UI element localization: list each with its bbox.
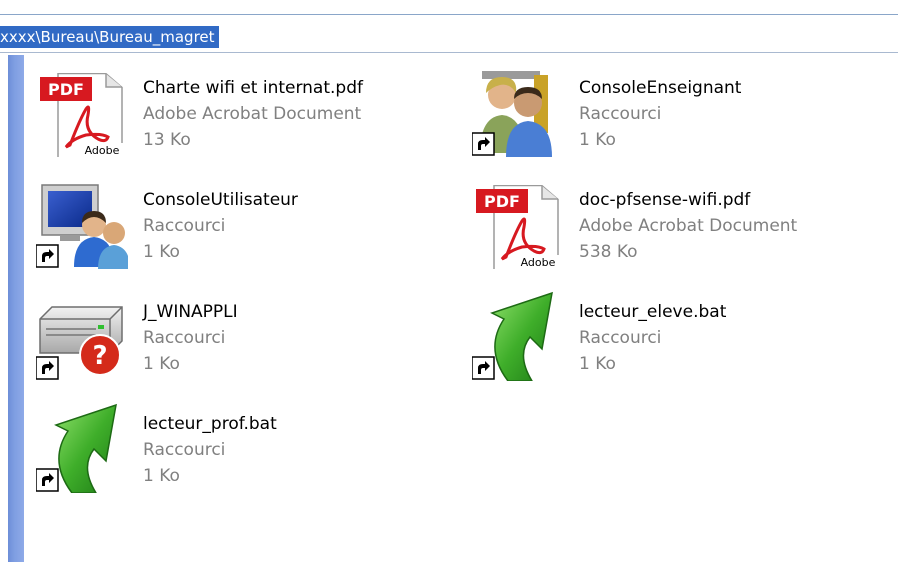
left-panel-stripe <box>8 55 24 562</box>
file-size: 1 Ko <box>143 242 180 262</box>
drive-unknown-shortcut-icon[interactable]: ? <box>36 289 128 381</box>
file-size: 1 Ko <box>143 354 180 374</box>
green-arrow-shortcut-icon[interactable] <box>36 401 128 493</box>
shortcut-arrow-icon <box>36 468 59 492</box>
file-type: Raccourci <box>579 328 662 348</box>
file-name: lecteur_prof.bat <box>143 414 277 434</box>
file-type: Raccourci <box>143 216 226 236</box>
file-name: ConsoleEnseignant <box>579 78 742 98</box>
address-bar-divider <box>0 52 898 53</box>
file-name: Charte wifi et internat.pdf <box>143 78 363 98</box>
adobe-brand-text: Adobe <box>521 256 556 269</box>
file-name: lecteur_eleve.bat <box>579 302 727 322</box>
file-name: ConsoleUtilisateur <box>143 190 298 210</box>
file-size: 13 Ko <box>143 130 191 150</box>
pdf-badge-text: PDF <box>484 192 520 211</box>
file-type: Raccourci <box>579 104 662 124</box>
file-type: Adobe Acrobat Document <box>579 216 798 236</box>
address-bar[interactable]: xxxx\Bureau\Bureau_magret <box>0 26 898 50</box>
adobe-brand-text: Adobe <box>85 144 120 157</box>
file-item-lecteur-prof[interactable]: lecteur_prof.bat Raccourci 1 Ko <box>24 391 444 493</box>
shortcut-arrow-icon <box>36 244 59 268</box>
pdf-icon[interactable]: PDF Adobe <box>36 65 128 157</box>
file-size: 538 Ko <box>579 242 638 262</box>
shortcut-arrow-icon <box>36 356 59 380</box>
svg-text:?: ? <box>92 341 107 371</box>
computer-users-shortcut-icon[interactable] <box>36 177 128 269</box>
file-item-console-enseignant[interactable]: ConsoleEnseignant Raccourci 1 Ko <box>460 55 880 157</box>
pdf-badge-text: PDF <box>48 80 84 99</box>
file-type: Raccourci <box>143 328 226 348</box>
file-type: Adobe Acrobat Document <box>143 104 362 124</box>
pdf-icon[interactable]: PDF Adobe <box>472 177 564 269</box>
file-item-j-winappli[interactable]: ? J_WINAPPLI Raccourci 1 Ko <box>24 279 444 381</box>
file-item-console-utilisateur[interactable]: ConsoleUtilisateur Raccourci 1 Ko <box>24 167 444 269</box>
green-arrow-shortcut-icon[interactable] <box>472 289 564 381</box>
file-size: 1 Ko <box>579 130 616 150</box>
address-path-text[interactable]: xxxx\Bureau\Bureau_magret <box>0 26 219 48</box>
shortcut-arrow-icon <box>472 132 495 156</box>
file-item-charte-wifi[interactable]: PDF Adobe Charte wifi et internat.pdf Ad… <box>24 55 444 157</box>
window-top-border <box>0 14 898 15</box>
teacher-users-shortcut-icon[interactable] <box>472 65 564 157</box>
file-size: 1 Ko <box>579 354 616 374</box>
shortcut-arrow-icon <box>472 356 495 380</box>
file-item-doc-pfsense[interactable]: PDF Adobe doc-pfsense-wifi.pdf Adobe Acr… <box>460 167 880 269</box>
file-item-lecteur-eleve[interactable]: lecteur_eleve.bat Raccourci 1 Ko <box>460 279 880 381</box>
file-size: 1 Ko <box>143 466 180 486</box>
file-name: J_WINAPPLI <box>143 302 238 322</box>
file-list-view: PDF Adobe Charte wifi et internat.pdf Ad… <box>24 55 898 562</box>
file-type: Raccourci <box>143 440 226 460</box>
file-name: doc-pfsense-wifi.pdf <box>579 190 751 210</box>
